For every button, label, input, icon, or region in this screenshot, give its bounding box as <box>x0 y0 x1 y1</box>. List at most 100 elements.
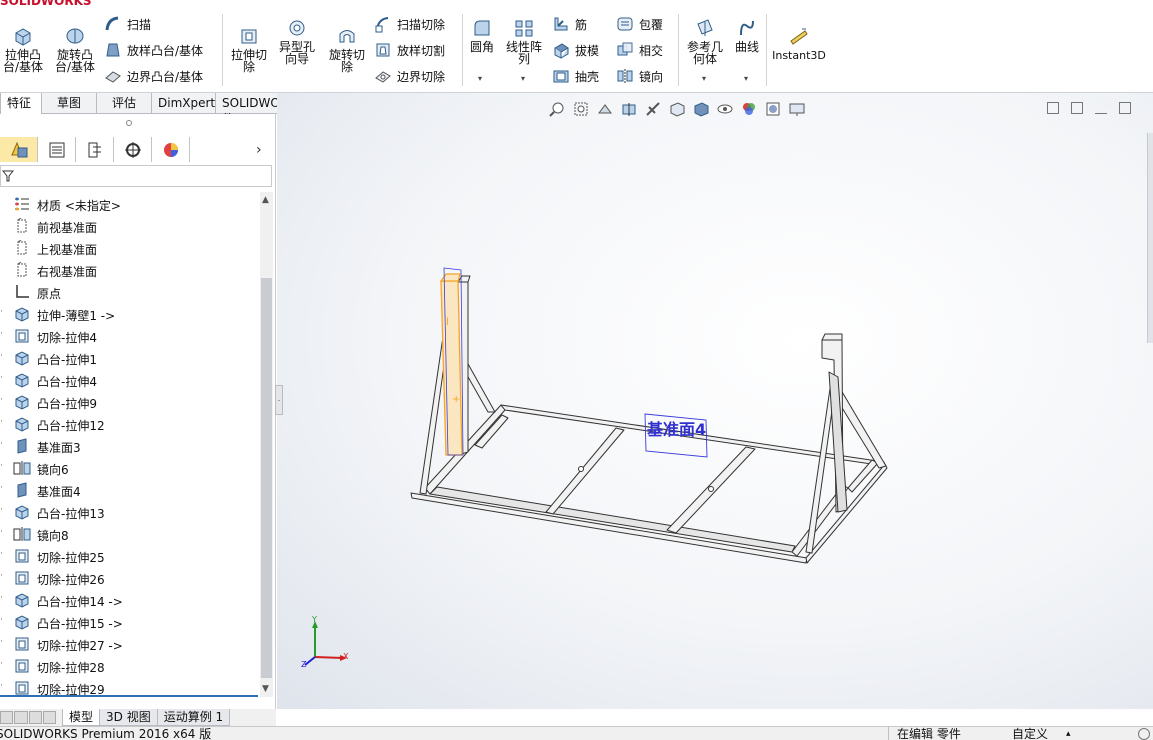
expand-toggle-icon[interactable]: · <box>0 549 3 559</box>
help-icon[interactable] <box>1138 728 1150 740</box>
feature-tree-item[interactable]: · 凸台-拉伸9 <box>0 391 258 413</box>
feature-tree-item[interactable]: 原点 <box>0 281 258 303</box>
panel-grip-icon[interactable] <box>126 120 132 126</box>
feature-tree-item[interactable]: · 凸台-拉伸13 <box>0 501 258 523</box>
scroll-up-icon[interactable]: ▲ <box>262 195 269 205</box>
feature-tree-scrollbar[interactable]: ▲ ▼ <box>260 192 273 697</box>
section-view-icon[interactable] <box>620 100 638 118</box>
tab-motion-study-1[interactable]: 运动算例 1 <box>156 709 231 726</box>
feature-tree-item[interactable]: 前视基准面 <box>0 215 258 237</box>
rollback-bar[interactable] <box>0 695 258 697</box>
scroll-down-icon[interactable]: ▼ <box>262 684 269 694</box>
revolve-cut-button[interactable]: 旋转切除 <box>324 26 370 73</box>
tab-evaluate[interactable]: 评估 <box>96 93 152 114</box>
feature-tree-item[interactable]: · 凸台-拉伸4 <box>0 369 258 391</box>
extrude-boss-button[interactable]: 拉伸凸台/基体 <box>0 26 46 73</box>
expand-toggle-icon[interactable]: · <box>0 439 3 449</box>
tab-sketch[interactable]: 草图 <box>41 93 97 114</box>
feature-tree-item[interactable]: 右视基准面 <box>0 259 258 281</box>
fillet-dropdown-icon[interactable]: ▾ <box>478 74 482 83</box>
curves-button[interactable]: 曲线 <box>730 18 764 53</box>
extrude-cut-button[interactable]: 拉伸切除 <box>227 26 271 73</box>
feature-tree-item[interactable]: · 凸台-拉伸15 -> <box>0 611 258 633</box>
expand-toggle-icon[interactable]: · <box>0 593 3 603</box>
panel-expand-arrow-icon[interactable]: › <box>256 142 262 158</box>
tile-right-icon[interactable] <box>1071 102 1083 114</box>
previous-view-icon[interactable] <box>596 100 614 118</box>
apply-scene-icon[interactable] <box>764 100 782 118</box>
feature-tree-filter[interactable] <box>0 165 272 187</box>
reference-geometry-button[interactable]: 参考几何体 <box>683 18 727 65</box>
viewport-edge-scrollbar[interactable] <box>1147 133 1153 343</box>
feature-tree-item[interactable]: 上视基准面 <box>0 237 258 259</box>
expand-toggle-icon[interactable]: · <box>0 351 3 361</box>
expand-toggle-icon[interactable]: · <box>0 681 3 691</box>
display-style-icon[interactable] <box>692 100 710 118</box>
tab-nav-arrows[interactable] <box>0 711 56 724</box>
hole-wizard-button[interactable]: 异型孔向导 <box>275 18 319 65</box>
feature-tree-item[interactable]: 材质 <未指定> <box>0 193 258 215</box>
ref-geometry-dropdown-icon[interactable]: ▾ <box>702 74 706 83</box>
expand-toggle-icon[interactable]: · <box>0 571 3 581</box>
pattern-dropdown-icon[interactable]: ▾ <box>521 74 525 83</box>
view-orientation-icon[interactable] <box>668 100 686 118</box>
model-frame-drawing[interactable]: + l <box>277 93 1153 709</box>
expand-toggle-icon[interactable]: · <box>0 373 3 383</box>
dynamic-annotation-icon[interactable] <box>644 100 662 118</box>
expand-toggle-icon[interactable]: · <box>0 527 3 537</box>
edit-appearance-icon[interactable] <box>740 100 758 118</box>
feature-tree-item[interactable]: · 切除-拉伸28 <box>0 655 258 677</box>
shell-button[interactable]: 抽壳 <box>552 66 599 86</box>
dimxpert-manager-tab[interactable] <box>114 137 152 162</box>
display-manager-tab[interactable] <box>152 137 190 162</box>
configuration-manager-tab[interactable] <box>76 137 114 162</box>
feature-tree-item[interactable]: · 镜向8 <box>0 523 258 545</box>
linear-pattern-button[interactable]: 线性阵列 <box>502 18 546 65</box>
wrap-button[interactable]: 包覆 <box>616 14 663 34</box>
unit-dropdown-icon[interactable]: ▴ <box>1066 727 1071 740</box>
minimize-icon[interactable] <box>1095 102 1107 114</box>
expand-toggle-icon[interactable]: · <box>0 307 3 317</box>
instant3d-button[interactable]: Instant3D <box>771 26 827 62</box>
feature-tree-item[interactable]: · 切除-拉伸27 -> <box>0 633 258 655</box>
feature-tree-item[interactable]: · 基准面3 <box>0 435 258 457</box>
curves-dropdown-icon[interactable]: ▾ <box>744 74 748 83</box>
tab-dimxpert[interactable]: DimXpert <box>151 93 216 114</box>
expand-toggle-icon[interactable]: · <box>0 637 3 647</box>
feature-tree-item[interactable]: · 切除-拉伸4 <box>0 325 258 347</box>
tab-3d-view[interactable]: 3D 视图 <box>99 709 158 726</box>
swept-cut-button[interactable]: 扫描切除 <box>374 14 445 34</box>
property-manager-tab[interactable] <box>38 137 76 162</box>
feature-tree-item[interactable]: · 基准面4 <box>0 479 258 501</box>
zoom-to-area-icon[interactable] <box>572 100 590 118</box>
tab-features[interactable]: 特征 <box>0 93 42 114</box>
draft-button[interactable]: 拔模 <box>552 40 599 60</box>
expand-toggle-icon[interactable]: · <box>0 395 3 405</box>
graphics-viewport[interactable]: + l 基准面4 Y X Z <box>277 93 1153 709</box>
zoom-to-fit-icon[interactable] <box>548 100 566 118</box>
expand-toggle-icon[interactable]: · <box>0 615 3 625</box>
panel-collapse-handle[interactable]: · <box>275 385 283 415</box>
feature-tree-item[interactable]: · 拉伸-薄壁1 -> <box>0 303 258 325</box>
lofted-cut-button[interactable]: 放样切割 <box>374 40 445 60</box>
feature-tree-item[interactable]: · 凸台-拉伸1 <box>0 347 258 369</box>
mirror-button[interactable]: 镜向 <box>616 66 663 86</box>
expand-toggle-icon[interactable]: · <box>0 417 3 427</box>
feature-manager-tab[interactable] <box>0 137 38 162</box>
revolve-boss-button[interactable]: 旋转凸台/基体 <box>51 26 99 73</box>
boundary-boss-button[interactable]: 边界凸台/基体 <box>104 66 203 86</box>
feature-tree-item[interactable]: · 凸台-拉伸14 -> <box>0 589 258 611</box>
restore-icon[interactable] <box>1119 102 1131 114</box>
fillet-button[interactable]: 圆角 <box>466 18 498 53</box>
expand-toggle-icon[interactable]: · <box>0 659 3 669</box>
feature-tree-item[interactable]: · 镜向6 <box>0 457 258 479</box>
feature-tree-item[interactable]: · 切除-拉伸29 <box>0 677 258 697</box>
view-settings-icon[interactable] <box>788 100 806 118</box>
loft-button[interactable]: 放样凸台/基体 <box>104 40 203 60</box>
tab-model[interactable]: 模型 <box>62 709 101 726</box>
expand-toggle-icon[interactable]: · <box>0 329 3 339</box>
expand-toggle-icon[interactable]: · <box>0 461 3 471</box>
feature-tree-item[interactable]: · 切除-拉伸26 <box>0 567 258 589</box>
expand-toggle-icon[interactable]: · <box>0 505 3 515</box>
hide-show-items-icon[interactable] <box>716 100 734 118</box>
